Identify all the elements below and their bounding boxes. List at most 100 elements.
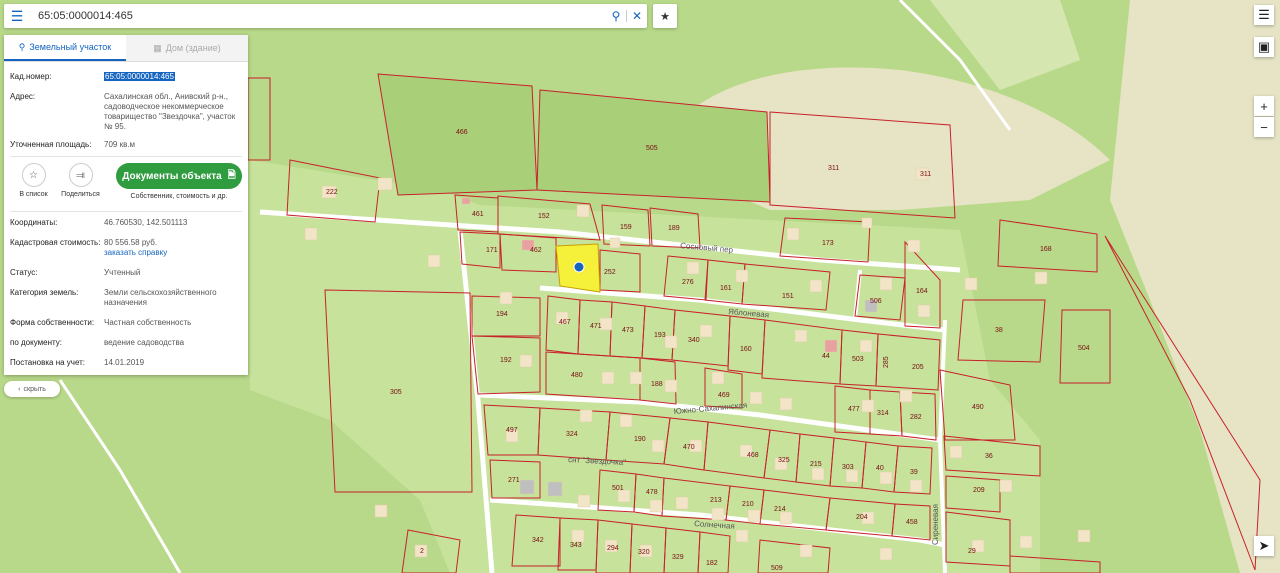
- cad-number-value[interactable]: 65:05:0000014:465: [104, 72, 175, 81]
- svg-text:160: 160: [740, 346, 752, 353]
- documents-button[interactable]: Документы объекта 🗎: [116, 163, 242, 189]
- svg-text:343: 343: [570, 542, 582, 549]
- svg-text:29: 29: [968, 548, 976, 555]
- svg-text:285: 285: [883, 356, 890, 368]
- actions-row: ☆ В список ⫥ Поделиться Документы объект…: [4, 157, 248, 211]
- svg-text:38: 38: [995, 327, 1003, 334]
- search-icon[interactable]: ⚲: [606, 4, 626, 28]
- menu-icon[interactable]: ☰: [4, 4, 30, 28]
- svg-text:340: 340: [688, 337, 700, 344]
- navigation-arrow-icon: ➤: [1258, 538, 1270, 553]
- svg-text:44: 44: [822, 353, 830, 360]
- svg-text:2: 2: [420, 548, 424, 555]
- status-key: Статус:: [10, 268, 38, 277]
- svg-text:222: 222: [326, 189, 338, 196]
- svg-text:152: 152: [538, 213, 550, 220]
- layers-button[interactable]: ☰: [1254, 5, 1274, 25]
- address-key: Адрес:: [10, 92, 36, 101]
- divider: [10, 211, 242, 212]
- svg-text:311: 311: [920, 171, 931, 178]
- svg-text:209: 209: [973, 487, 985, 494]
- close-icon[interactable]: ✕: [627, 4, 647, 28]
- svg-text:276: 276: [682, 279, 694, 286]
- svg-text:161: 161: [720, 285, 732, 292]
- svg-text:469: 469: [718, 392, 730, 399]
- svg-text:458: 458: [906, 519, 918, 526]
- svg-text:466: 466: [456, 129, 468, 136]
- svg-text:Сиреневая: Сиреневая: [931, 504, 940, 545]
- svg-text:193: 193: [654, 332, 666, 339]
- svg-text:210: 210: [742, 501, 754, 508]
- hide-panel-button[interactable]: ‹ скрыть: [4, 381, 60, 397]
- building-icon: ▦: [153, 42, 162, 53]
- svg-text:470: 470: [683, 444, 695, 451]
- svg-text:468: 468: [747, 452, 759, 459]
- svg-text:504: 504: [1078, 345, 1090, 352]
- svg-text:314: 314: [877, 410, 889, 417]
- svg-text:303: 303: [842, 464, 854, 471]
- svg-text:329: 329: [672, 554, 684, 561]
- info-panel: ⚲ Земельный участок ▦ Дом (здание) Кад.н…: [4, 35, 248, 375]
- svg-text:271: 271: [508, 477, 520, 484]
- svg-text:205: 205: [912, 364, 924, 371]
- location-pin-icon: ⚲: [18, 41, 26, 52]
- coords-value: 46.760530, 142.501113: [104, 218, 188, 227]
- svg-text:490: 490: [972, 404, 984, 411]
- svg-text:182: 182: [706, 560, 718, 567]
- locate-button[interactable]: ➤: [1254, 536, 1274, 556]
- svg-text:461: 461: [472, 211, 484, 218]
- svg-text:311: 311: [828, 165, 839, 172]
- svg-text:505: 505: [646, 145, 658, 152]
- zoom-in-button[interactable]: +: [1254, 96, 1274, 116]
- svg-text:151: 151: [782, 293, 794, 300]
- by-document-value: ведение садоводства: [104, 338, 185, 347]
- tab-land-plot[interactable]: ⚲ Земельный участок: [4, 35, 126, 61]
- svg-text:478: 478: [646, 489, 658, 496]
- svg-text:294: 294: [607, 545, 619, 552]
- svg-text:189: 189: [668, 225, 680, 232]
- svg-text:497: 497: [506, 427, 518, 434]
- star-icon[interactable]: ★: [653, 4, 677, 28]
- land-category-value: Земли сельскохозяйственного назначения: [104, 288, 217, 307]
- svg-text:342: 342: [532, 537, 544, 544]
- by-document-key: по документу:: [10, 338, 62, 347]
- document-icon: 🗎: [227, 169, 236, 181]
- cad-number-key: Кад.номер:: [10, 72, 52, 81]
- coords-key: Координаты:: [10, 218, 58, 227]
- ownership-key: Форма собственности:: [10, 318, 95, 327]
- order-certificate-link[interactable]: заказать справку: [104, 248, 242, 258]
- add-to-list-button[interactable]: ☆ В список: [10, 163, 57, 198]
- search-input[interactable]: 65:05:0000014:465: [30, 10, 606, 22]
- svg-text:324: 324: [566, 431, 578, 438]
- registered-key: Постановка на учет:: [10, 358, 86, 367]
- svg-text:282: 282: [910, 414, 922, 421]
- area-key: Уточненная площадь:: [10, 140, 92, 149]
- area-value: 709 кв.м: [104, 140, 136, 149]
- svg-text:214: 214: [774, 506, 786, 513]
- zoom-out-button[interactable]: −: [1254, 117, 1274, 137]
- status-value: Учтенный: [104, 268, 141, 277]
- tab-house[interactable]: ▦ Дом (здание): [126, 35, 248, 61]
- cad-cost-key: Кадастровая стоимость:: [10, 238, 101, 247]
- share-button[interactable]: ⫥ Поделиться: [57, 163, 104, 198]
- svg-text:159: 159: [620, 224, 632, 231]
- svg-text:509: 509: [771, 565, 783, 572]
- svg-text:305: 305: [390, 389, 402, 396]
- ownership-value: Частная собственность: [104, 318, 192, 327]
- svg-text:215: 215: [810, 461, 822, 468]
- svg-text:320: 320: [638, 549, 650, 556]
- land-category-key: Категория земель:: [10, 288, 79, 297]
- svg-text:190: 190: [634, 436, 646, 443]
- cad-cost-value: 80 556.58 руб.: [104, 238, 158, 247]
- select-area-button[interactable]: ▣: [1254, 37, 1274, 57]
- layers-icon: ☰: [1258, 7, 1270, 22]
- selected-marker-icon[interactable]: [573, 261, 585, 273]
- panel-tabs: ⚲ Земельный участок ▦ Дом (здание): [4, 35, 248, 62]
- svg-text:192: 192: [500, 357, 512, 364]
- svg-text:194: 194: [496, 311, 508, 318]
- svg-text:471: 471: [590, 323, 602, 330]
- svg-text:480: 480: [571, 372, 583, 379]
- svg-text:171: 171: [486, 247, 498, 254]
- svg-text:164: 164: [916, 288, 928, 295]
- svg-text:213: 213: [710, 497, 722, 504]
